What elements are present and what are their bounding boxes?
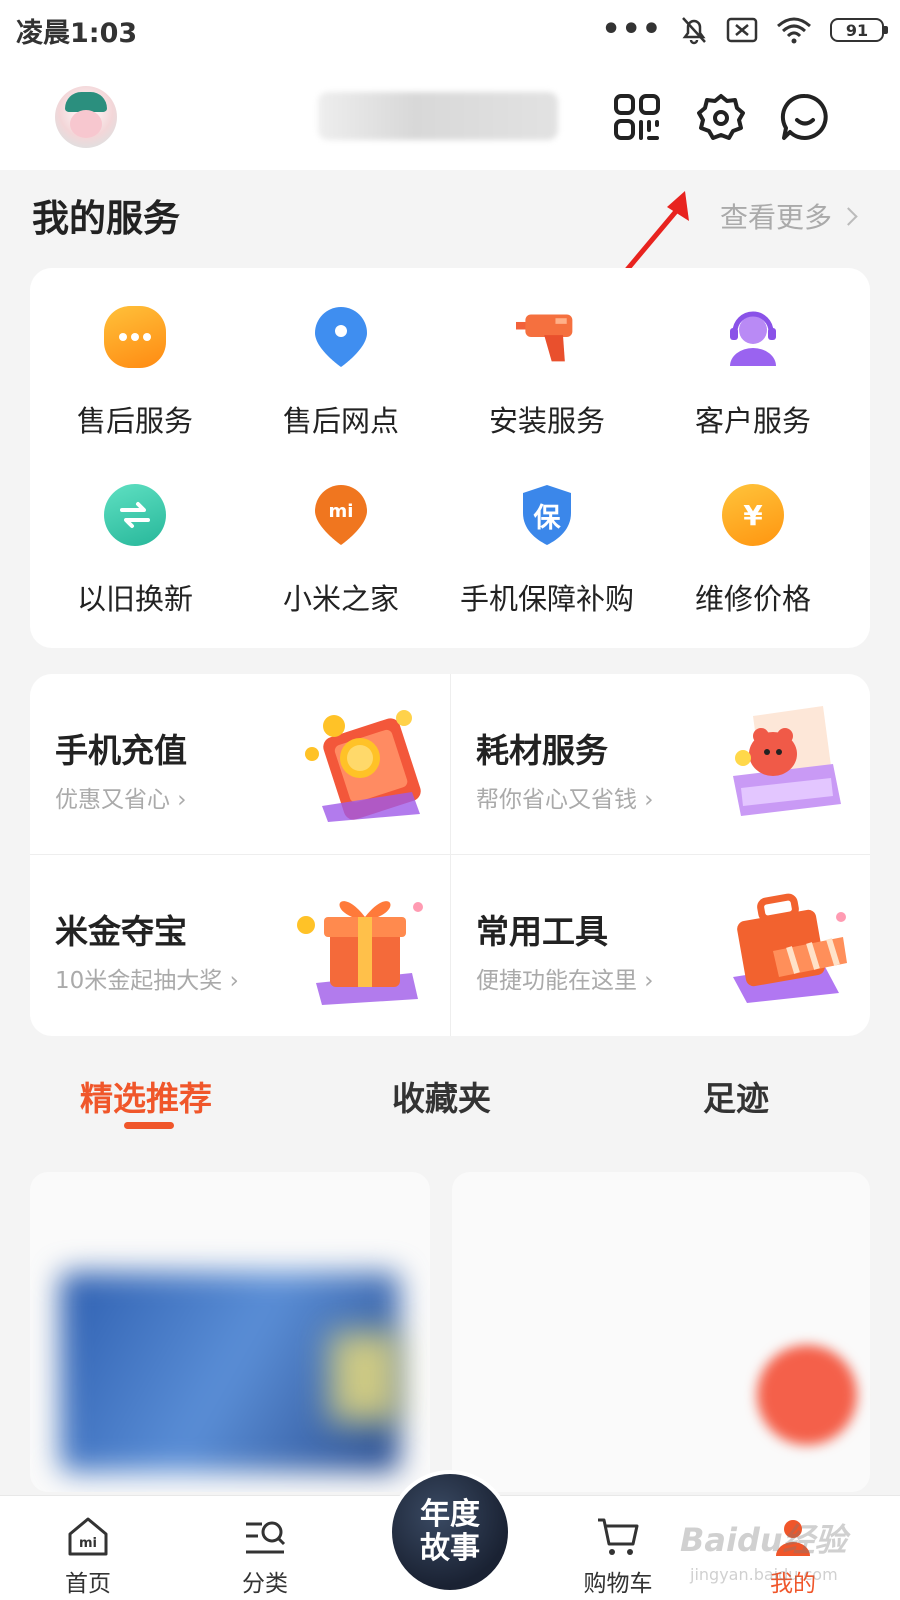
promo-mi-gold[interactable]: 米金夺宝 10米金起抽大奖 xyxy=(30,855,450,1036)
drill-icon xyxy=(516,306,578,368)
annual-story-label: 年度故事 xyxy=(420,1497,480,1566)
battery-level: 91 xyxy=(845,20,869,40)
more-dots-icon: ••• xyxy=(601,12,662,47)
yuan-glyph: ¥ xyxy=(743,498,763,532)
shield-glyph: 保 xyxy=(533,503,561,534)
service-phone-protection[interactable]: 保 手机保障补购 xyxy=(442,484,652,618)
tab-recommended[interactable]: 精选推荐 xyxy=(80,1072,212,1120)
service-mi-store[interactable]: mi 小米之家 xyxy=(236,484,446,618)
bell-muted-icon xyxy=(682,17,706,45)
profile-header xyxy=(0,60,900,170)
svg-text:mi: mi xyxy=(79,1536,97,1551)
category-search-icon xyxy=(246,1521,286,1554)
service-after-sales[interactable]: 售后服务 xyxy=(30,306,240,440)
service-label: 售后服务 xyxy=(76,404,193,438)
nav-label: 首页 xyxy=(65,1571,111,1597)
coins-phone-art xyxy=(305,710,421,822)
tab-history[interactable]: 足迹 xyxy=(703,1072,769,1120)
username-blurred[interactable] xyxy=(318,92,558,140)
cart-icon xyxy=(598,1518,639,1555)
promo-subtitle: 10米金起抽大奖 xyxy=(55,961,239,995)
view-more-link[interactable]: 查看更多 xyxy=(720,196,858,236)
product-image-blurred xyxy=(330,1332,400,1422)
nav-cart[interactable]: 购物车 xyxy=(558,1514,678,1598)
yuan-coin-icon: ¥ xyxy=(722,484,784,546)
headset-agent-icon xyxy=(722,306,784,368)
chat-bubble-icon xyxy=(104,306,166,368)
toolbox-art xyxy=(733,893,847,1003)
services-card: 售后服务 售后网点 安装服务 客户服务 以旧换新 mi 小米之家 保 手机保障补… xyxy=(30,268,870,648)
sim-blocked-icon xyxy=(726,17,758,43)
promo-title: 手机充值 xyxy=(55,731,187,770)
service-repair-price[interactable]: ¥ 维修价格 xyxy=(648,484,858,618)
nav-label: 购物车 xyxy=(583,1571,653,1597)
promo-subtitle: 便捷功能在这里 xyxy=(476,961,654,995)
service-label: 售后网点 xyxy=(282,404,399,438)
shield-icon: 保 xyxy=(516,484,578,546)
nav-label: 分类 xyxy=(242,1571,288,1597)
avatar[interactable] xyxy=(55,86,117,148)
promo-subtitle: 优惠又省心 xyxy=(55,780,187,814)
active-tab-indicator xyxy=(124,1122,174,1129)
product-card[interactable] xyxy=(30,1172,430,1492)
wifi-icon xyxy=(777,17,811,44)
mi-home-icon: mi xyxy=(68,1517,108,1556)
qrcode-icon[interactable] xyxy=(612,92,662,142)
service-customer[interactable]: 客户服务 xyxy=(648,306,858,440)
promo-phone-topup[interactable]: 手机充值 优惠又省心 xyxy=(30,674,450,855)
promo-grid: 手机充值 优惠又省心 耗材服务 帮你省心又省钱 米金夺宝 10米金起抽大奖 常用… xyxy=(30,674,870,1036)
mi-store-pin-icon: mi xyxy=(310,484,372,546)
battery-indicator: 91 xyxy=(830,18,888,42)
my-services-title: 我的服务 xyxy=(32,197,180,240)
nav-home[interactable]: mi 首页 xyxy=(28,1514,148,1598)
watermark-url: jingyan.baidu.com xyxy=(690,1565,838,1584)
location-pin-icon xyxy=(310,306,372,368)
floating-action-button[interactable] xyxy=(757,1345,857,1445)
promo-title: 米金夺宝 xyxy=(55,912,187,951)
promo-subtitle: 帮你省心又省钱 xyxy=(476,780,654,814)
service-label: 小米之家 xyxy=(282,582,399,616)
watermark: Baidu经验 xyxy=(680,1521,847,1559)
view-more-label: 查看更多 xyxy=(720,201,833,234)
settings-icon[interactable] xyxy=(696,92,746,142)
promo-consumables[interactable]: 耗材服务 帮你省心又省钱 xyxy=(451,674,870,855)
gift-box-art xyxy=(297,901,423,1005)
promo-title: 常用工具 xyxy=(476,912,608,951)
service-label: 安装服务 xyxy=(488,404,605,438)
service-label: 客户服务 xyxy=(694,404,811,438)
status-bar: 凌晨1:03 ••• 91 xyxy=(0,0,900,60)
service-label: 维修价格 xyxy=(694,582,811,616)
printer-mascot-art xyxy=(733,706,841,816)
service-label: 以旧换新 xyxy=(76,582,193,616)
service-outlets[interactable]: 售后网点 xyxy=(236,306,446,440)
status-time: 凌晨1:03 xyxy=(16,17,138,49)
promo-title: 耗材服务 xyxy=(476,731,608,770)
annual-story-button[interactable]: 年度故事 xyxy=(388,1470,512,1594)
tab-favorites[interactable]: 收藏夹 xyxy=(392,1072,491,1120)
promo-tools[interactable]: 常用工具 便捷功能在这里 xyxy=(451,855,870,1036)
service-installation[interactable]: 安装服务 xyxy=(442,306,652,440)
nav-category[interactable]: 分类 xyxy=(205,1514,325,1598)
service-label: 手机保障补购 xyxy=(459,582,634,616)
svg-text:mi: mi xyxy=(329,501,354,522)
message-icon[interactable] xyxy=(780,92,830,142)
status-icons: ••• 91 xyxy=(601,12,888,47)
chevron-right-icon xyxy=(839,206,858,226)
exchange-icon xyxy=(104,484,166,546)
service-trade-in[interactable]: 以旧换新 xyxy=(30,484,240,618)
